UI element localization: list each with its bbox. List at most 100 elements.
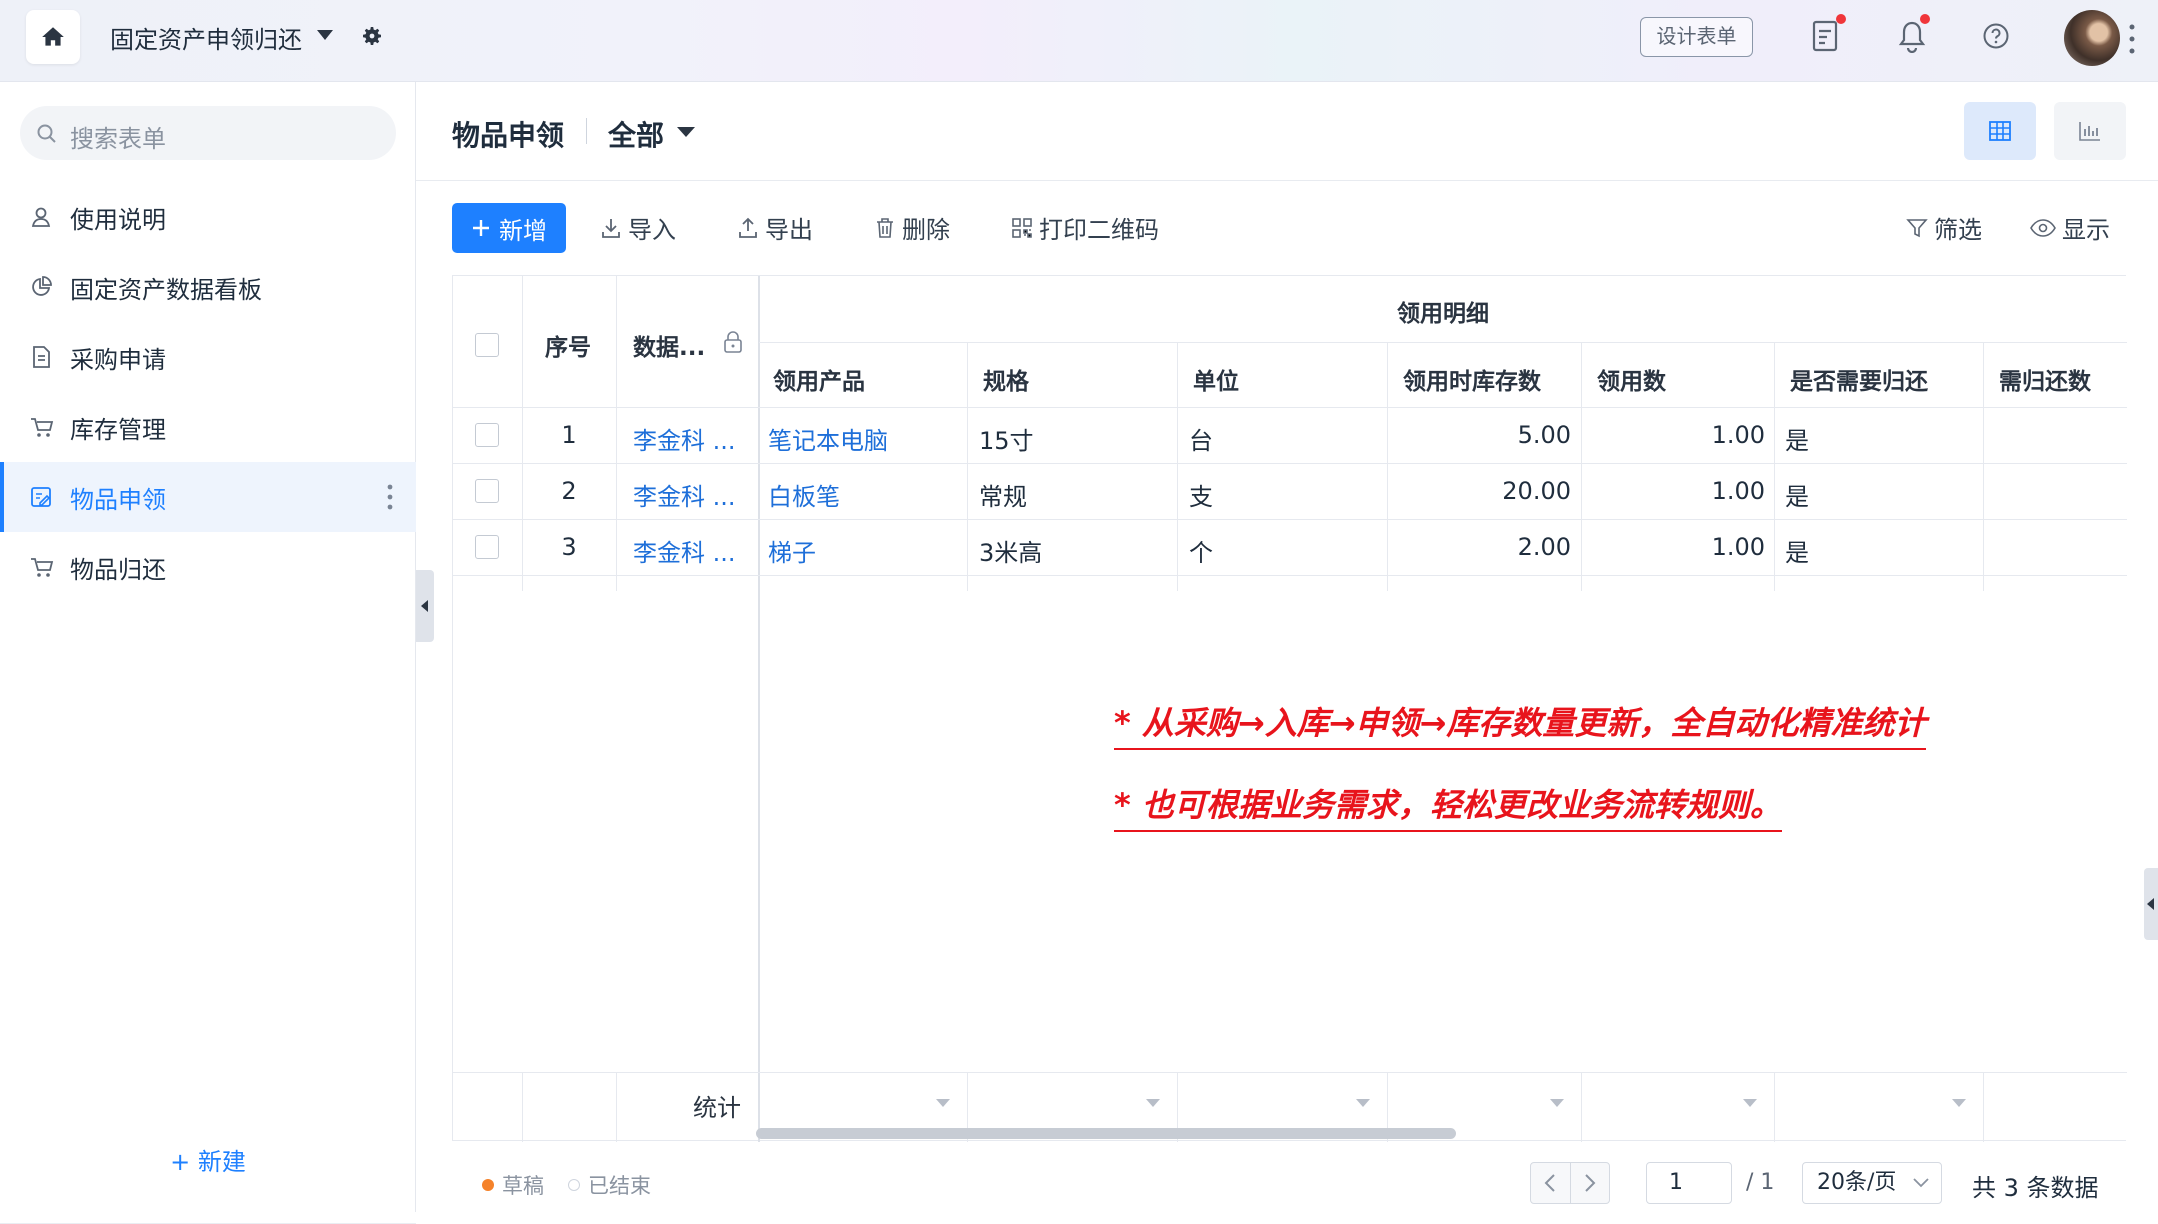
more-vertical-icon[interactable] — [386, 482, 394, 512]
sidebar-item-guide[interactable]: 使用说明 — [0, 182, 416, 252]
status-draft[interactable]: 草稿 — [482, 1170, 544, 1200]
home-icon — [42, 27, 64, 46]
sidebar-item-inventory[interactable]: 库存管理 — [0, 392, 416, 462]
notification-button[interactable] — [1894, 14, 1930, 56]
status-done[interactable]: 已结束 — [568, 1170, 651, 1200]
page-number-input[interactable]: 1 — [1646, 1162, 1732, 1204]
column-header-product[interactable]: 领用产品 — [773, 362, 865, 396]
notification-dot — [1920, 14, 1930, 24]
caret-down-icon[interactable] — [1355, 1098, 1371, 1108]
delete-button[interactable]: 删除 — [874, 210, 950, 245]
divider — [453, 575, 2127, 576]
sidebar-item-label: 物品归还 — [70, 556, 166, 584]
new-form-button[interactable]: + 新建 — [0, 1142, 416, 1177]
app-title[interactable]: 固定资产申领归还 — [110, 20, 302, 55]
right-panel-handle[interactable] — [2144, 868, 2158, 940]
export-label: 导出 — [765, 216, 813, 244]
form-message-button[interactable] — [1808, 14, 1846, 56]
add-button[interactable]: 新增 — [452, 203, 566, 253]
row-checkbox[interactable] — [475, 423, 499, 447]
column-header-unit[interactable]: 单位 — [1193, 362, 1239, 396]
page-size-select[interactable]: 20条/页 — [1802, 1162, 1942, 1204]
column-header-index[interactable]: 序号 — [545, 328, 591, 362]
divider — [416, 180, 2158, 181]
gear-icon[interactable] — [360, 24, 384, 48]
display-button[interactable]: 显示 — [2030, 210, 2110, 245]
column-header-need-return[interactable]: 是否需要归还 — [1790, 362, 1928, 396]
next-page-button[interactable] — [1569, 1163, 1610, 1203]
need-return-cell: 是 — [1785, 427, 1809, 455]
sidebar-item-label: 使用说明 — [70, 206, 166, 234]
chart-view-button[interactable] — [2054, 102, 2126, 160]
divider — [967, 342, 968, 591]
notification-dot — [1836, 14, 1846, 24]
sidebar-item-return[interactable]: 物品归还 — [0, 532, 416, 602]
column-header-spec[interactable]: 规格 — [983, 362, 1029, 396]
view-selector[interactable]: 全部 — [608, 114, 664, 154]
column-header-stock[interactable]: 领用时库存数 — [1403, 362, 1541, 396]
search-input[interactable]: 搜索表单 — [20, 106, 396, 160]
applicant-link[interactable]: 李金科 ... — [633, 533, 736, 568]
bell-icon — [1898, 21, 1926, 53]
home-button[interactable] — [26, 10, 80, 64]
caret-down-icon[interactable] — [1951, 1098, 1967, 1108]
stock-cell: 20.00 — [1502, 477, 1571, 505]
horizontal-scrollbar[interactable] — [756, 1128, 1456, 1139]
caret-down-icon[interactable] — [935, 1098, 951, 1108]
export-button[interactable]: 导出 — [737, 210, 813, 245]
row-checkbox[interactable] — [475, 479, 499, 503]
import-label: 导入 — [628, 216, 676, 244]
divider — [453, 407, 2127, 408]
stock-cell: 5.00 — [1517, 421, 1571, 449]
product-link[interactable]: 白板笔 — [768, 477, 840, 512]
sidebar-item-dashboard[interactable]: 固定资产数据看板 — [0, 252, 416, 322]
annotation-note: * 从采购→入库→申领→库存数量更新，全自动化精准统计 — [1114, 698, 1927, 750]
divider — [453, 1072, 2127, 1073]
add-button-label: 新增 — [499, 216, 547, 245]
select-all-checkbox[interactable] — [475, 333, 499, 357]
column-header-return-qty[interactable]: 需归还数 — [1999, 362, 2091, 396]
chevron-left-icon — [1544, 1174, 1555, 1192]
chevron-down-icon — [1913, 1178, 1929, 1188]
table-view-button[interactable] — [1964, 102, 2036, 160]
print-qr-button[interactable]: 打印二维码 — [1011, 210, 1159, 245]
need-return-cell: 是 — [1785, 483, 1809, 511]
help-button[interactable] — [1978, 16, 2014, 56]
caret-down-icon[interactable] — [316, 29, 334, 41]
avatar[interactable] — [2064, 10, 2120, 66]
caret-down-icon[interactable] — [676, 126, 696, 138]
eye-icon — [2030, 218, 2056, 237]
design-form-button[interactable]: 设计表单 — [1640, 17, 1753, 57]
sidebar-collapse-handle[interactable] — [416, 570, 434, 642]
caret-down-icon[interactable] — [1549, 1098, 1565, 1108]
chevron-right-icon — [1585, 1174, 1596, 1192]
export-icon — [739, 217, 757, 238]
product-link[interactable]: 笔记本电脑 — [768, 421, 888, 456]
divider — [1774, 342, 1775, 591]
qty-cell: 1.00 — [1711, 477, 1765, 505]
caret-down-icon[interactable] — [1145, 1098, 1161, 1108]
column-header-data[interactable]: 数据... — [633, 328, 705, 362]
caret-down-icon[interactable] — [1742, 1098, 1758, 1108]
row-checkbox[interactable] — [475, 535, 499, 559]
trash-icon — [877, 217, 893, 238]
divider — [759, 342, 2127, 343]
print-qr-label: 打印二维码 — [1039, 216, 1159, 244]
sidebar-item-label: 物品申领 — [70, 486, 166, 514]
filter-icon — [1906, 218, 1928, 237]
sidebar-item-label: 库存管理 — [70, 416, 166, 444]
applicant-link[interactable]: 李金科 ... — [633, 421, 736, 456]
import-button[interactable]: 导入 — [600, 210, 676, 245]
column-header-qty[interactable]: 领用数 — [1597, 362, 1666, 396]
applicant-link[interactable]: 李金科 ... — [633, 477, 736, 512]
filter-button[interactable]: 筛选 — [1906, 210, 1982, 245]
product-link[interactable]: 梯子 — [768, 533, 816, 568]
sidebar-item-requisition[interactable]: 物品申领 — [0, 462, 416, 532]
more-vertical-icon[interactable] — [2128, 22, 2136, 56]
sidebar-item-purchase[interactable]: 采购申请 — [0, 322, 416, 392]
prev-page-button[interactable] — [1531, 1163, 1570, 1203]
row-index: 3 — [561, 533, 577, 561]
filter-label: 筛选 — [1934, 216, 1982, 244]
bar-chart-icon — [2079, 122, 2100, 141]
plus-icon — [473, 220, 489, 236]
